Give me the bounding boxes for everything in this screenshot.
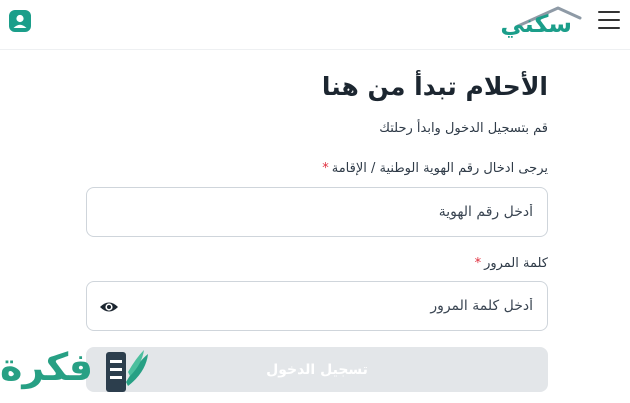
page-subtitle: قم بتسجيل الدخول وابدأ رحلتك (379, 121, 548, 136)
page-title: الأحلام تبدأ من هنا (321, 72, 548, 101)
password-label-text: كلمة المرور (484, 256, 548, 271)
national-id-label: يرجى ادخال رقم الهوية الوطنية / الإقامة* (322, 161, 548, 176)
watermark-logo: فكرة (0, 342, 160, 400)
password-label: كلمة المرور* (475, 256, 548, 271)
required-asterisk: * (474, 256, 482, 271)
brand-name: سكني (500, 10, 572, 38)
national-id-input[interactable] (87, 188, 547, 236)
leaf-book-icon (106, 350, 148, 392)
password-field[interactable] (86, 281, 548, 331)
brand-logo[interactable]: سكني (500, 4, 582, 38)
show-password-eye-icon[interactable] (99, 297, 119, 317)
user-account-icon[interactable] (9, 10, 31, 32)
required-asterisk: * (322, 161, 329, 176)
password-input[interactable] (87, 282, 547, 330)
national-id-label-text: يرجى ادخال رقم الهوية الوطنية / الإقامة (331, 161, 548, 176)
watermark-text: فكرة (0, 345, 94, 389)
top-navigation-bar: سكني (0, 0, 630, 50)
hamburger-menu-icon[interactable] (598, 10, 620, 30)
national-id-field[interactable] (86, 187, 548, 237)
